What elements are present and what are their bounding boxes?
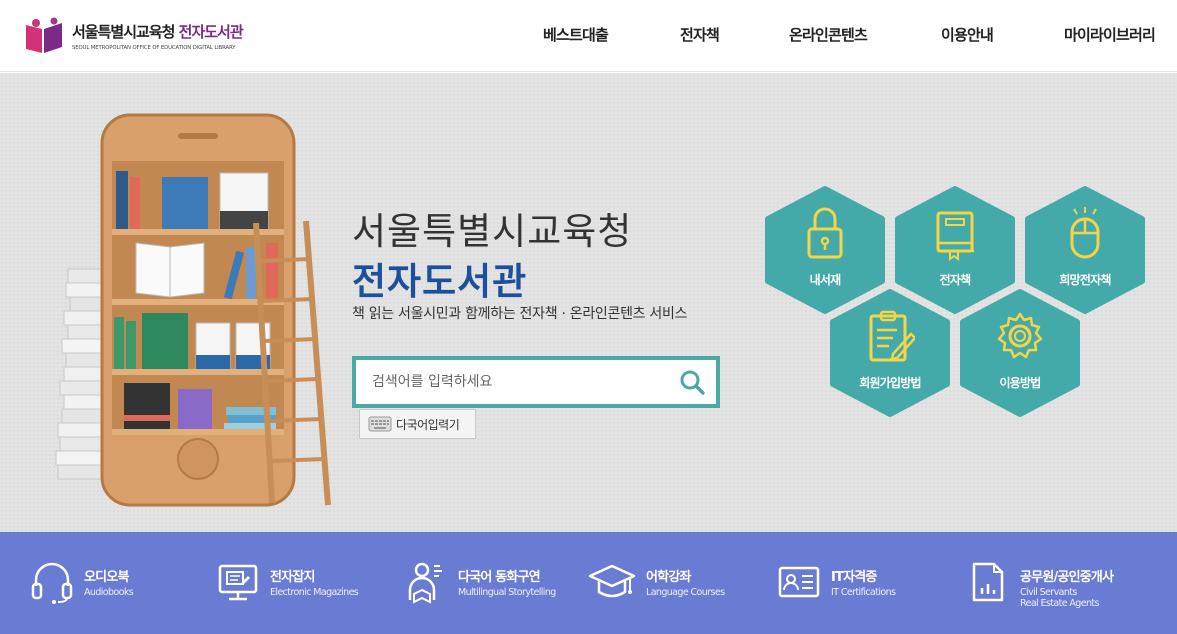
search-input[interactable] [356,360,666,404]
id-card-icon [778,566,820,598]
category-civil-service-real-estate[interactable]: 공무원/공인중개사 Civil Servants Real Estate Age… [966,560,1114,610]
hero-title-line1: 서울특별시교육청 [352,210,633,253]
storyteller-icon [408,562,442,604]
search-box [352,356,720,408]
multilang-label: 다국어입력기 [396,417,460,432]
mouse-icon [1070,207,1100,259]
category-subtitle: Language Courses [646,587,725,598]
category-subtitle: Multilingual Storytelling [458,587,556,598]
quick-link-signup-guide[interactable]: 회원가입방법 [829,288,951,418]
quick-link-label: 내서재 [809,273,842,287]
keyboard-icon [368,416,392,432]
logo-title: 서울특별시교육청 전자도서관 [72,23,244,41]
category-title: 공무원/공인중개사 [1020,570,1114,585]
nav-online-contents[interactable]: 온라인콘텐츠 [789,0,868,68]
book-icon [936,211,974,261]
category-audiobooks[interactable]: 오디오북 Audiobooks [30,560,134,610]
category-it-certifications[interactable]: IT자격증 IT Certifications [777,560,896,610]
quick-link-how-to-use[interactable]: 이용방법 [959,288,1081,418]
quick-link-label: 희망전자책 [1059,273,1111,287]
quick-link-label: 이용방법 [999,376,1042,390]
category-title: 전자잡지 [270,570,315,585]
category-subtitle: Electronic Magazines [270,587,359,598]
category-magazines[interactable]: 전자잡지 Electronic Magazines [216,560,359,610]
category-subtitle: Audiobooks [84,587,134,598]
hero-subtitle: 책 읽는 서울시민과 함께하는 전자책 · 온라인콘텐츠 서비스 [352,306,688,322]
nav-my-library[interactable]: 마이라이브러리 [1064,0,1156,68]
category-bar: 오디오북 Audiobooks 전자잡지 Electronic Magazine… [0,532,1177,634]
hero-title-line2: 전자도서관 [352,260,528,303]
multilang-input-button[interactable]: 다국어입력기 [359,409,476,439]
headphones-icon [31,562,73,604]
lock-icon [807,207,843,259]
category-title: IT자격증 [831,570,877,585]
nav-usage-guide[interactable]: 이용안내 [941,0,994,68]
site-logo[interactable]: 서울특별시교육청 전자도서관 SEOUL METROPOLITAN OFFICE… [24,16,244,56]
category-language[interactable]: 어학강좌 Language Courses [588,560,725,610]
category-title: 다국어 동화구연 [458,570,541,585]
quick-link-label: 전자책 [939,273,972,287]
logo-book-icon [26,17,62,53]
document-chart-icon [972,562,1004,602]
search-icon[interactable] [678,368,706,396]
hero-banner: 서울특별시교육청 전자도서관 책 읽는 서울시민과 함께하는 전자책 · 온라인… [0,73,1177,532]
quick-link-label: 회원가입방법 [859,376,921,390]
nav-ebooks[interactable]: 전자책 [680,0,720,68]
logo-subtitle: SEOUL METROPOLITAN OFFICE OF EDUCATION D… [72,45,236,51]
phone-bookshelf-illustration [55,113,331,507]
monitor-icon [218,564,258,601]
clipboard-icon [869,310,915,362]
graduation-cap-icon [588,564,636,598]
gear-icon [997,312,1043,359]
category-subtitle: IT Certifications [831,587,896,598]
category-storytelling[interactable]: 다국어 동화구연 Multilingual Storytelling [404,560,556,610]
site-header: 서울특별시교육청 전자도서관 SEOUL METROPOLITAN OFFICE… [0,0,1177,72]
category-title: 어학강좌 [646,570,691,585]
nav-best-loans[interactable]: 베스트대출 [543,0,609,68]
category-title: 오디오북 [84,570,129,585]
category-subtitle: Civil Servants Real Estate Agents [1020,587,1099,609]
